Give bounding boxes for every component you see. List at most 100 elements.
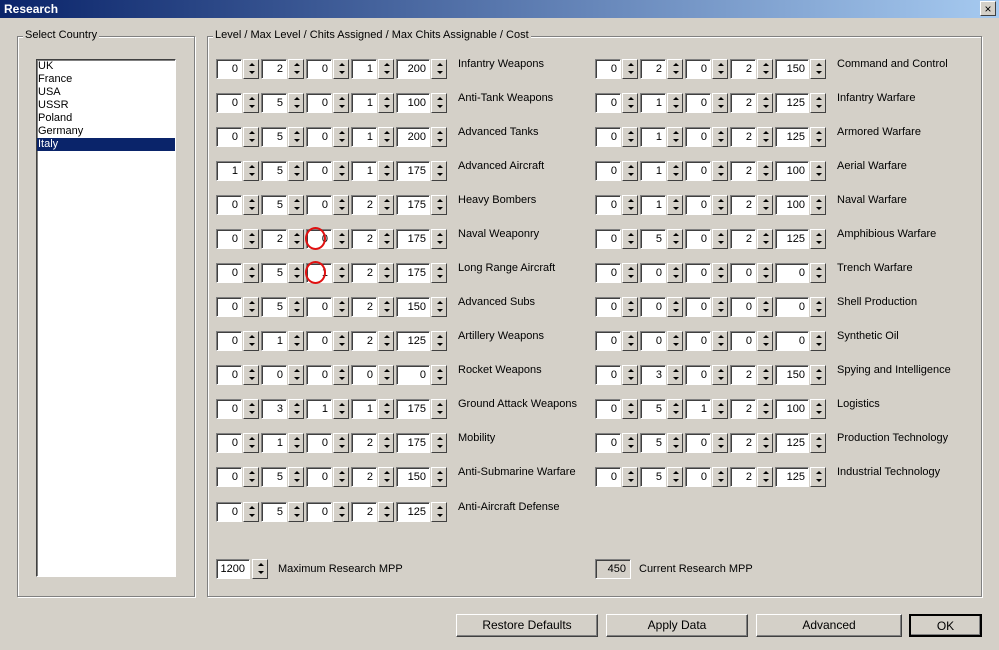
naval-warfare-level-field[interactable]: 0 (595, 195, 621, 215)
logistics-chits-assigned-spinner[interactable] (712, 399, 728, 419)
naval-warfare-max-level-spinner[interactable] (667, 195, 683, 215)
country-item[interactable]: UK (37, 60, 175, 73)
command-and-control-chits-assigned-field[interactable]: 0 (685, 59, 711, 79)
country-item[interactable]: Italy (37, 138, 175, 151)
armored-warfare-max-chits-field[interactable]: 2 (730, 127, 756, 147)
command-and-control-max-chits-spinner[interactable] (757, 59, 773, 79)
long-range-aircraft-cost-field[interactable]: 175 (396, 263, 430, 283)
rocket-weapons-max-chits-spinner[interactable] (378, 365, 394, 385)
shell-production-max-level-spinner[interactable] (667, 297, 683, 317)
mobility-max-chits-spinner[interactable] (378, 433, 394, 453)
anti-tank-weapons-max-chits-spinner[interactable] (378, 93, 394, 113)
trench-warfare-level-field[interactable]: 0 (595, 263, 621, 283)
heavy-bombers-max-level-spinner[interactable] (288, 195, 304, 215)
anti-tank-weapons-chits-assigned-spinner[interactable] (333, 93, 349, 113)
long-range-aircraft-level-field[interactable]: 0 (216, 263, 242, 283)
industrial-technology-chits-assigned-field[interactable]: 0 (685, 467, 711, 487)
aerial-warfare-cost-spinner[interactable] (810, 161, 826, 181)
heavy-bombers-level-field[interactable]: 0 (216, 195, 242, 215)
trench-warfare-chits-assigned-field[interactable]: 0 (685, 263, 711, 283)
long-range-aircraft-max-chits-spinner[interactable] (378, 263, 394, 283)
naval-warfare-cost-spinner[interactable] (810, 195, 826, 215)
spying-and-intelligence-chits-assigned-spinner[interactable] (712, 365, 728, 385)
infantry-weapons-max-chits-field[interactable]: 1 (351, 59, 377, 79)
shell-production-cost-field[interactable]: 0 (775, 297, 809, 317)
production-technology-cost-field[interactable]: 125 (775, 433, 809, 453)
armored-warfare-level-spinner[interactable] (622, 127, 638, 147)
artillery-weapons-max-chits-spinner[interactable] (378, 331, 394, 351)
trench-warfare-max-level-spinner[interactable] (667, 263, 683, 283)
trench-warfare-chits-assigned-spinner[interactable] (712, 263, 728, 283)
advanced-aircraft-level-spinner[interactable] (243, 161, 259, 181)
naval-warfare-chits-assigned-spinner[interactable] (712, 195, 728, 215)
advanced-subs-max-chits-field[interactable]: 2 (351, 297, 377, 317)
armored-warfare-chits-assigned-field[interactable]: 0 (685, 127, 711, 147)
synthetic-oil-level-spinner[interactable] (622, 331, 638, 351)
anti-aircraft-defense-chits-assigned-field[interactable]: 0 (306, 502, 332, 522)
command-and-control-level-spinner[interactable] (622, 59, 638, 79)
synthetic-oil-level-field[interactable]: 0 (595, 331, 621, 351)
country-item[interactable]: Poland (37, 112, 175, 125)
aerial-warfare-chits-assigned-spinner[interactable] (712, 161, 728, 181)
amphibious-warfare-level-field[interactable]: 0 (595, 229, 621, 249)
mobility-level-field[interactable]: 0 (216, 433, 242, 453)
advanced-aircraft-chits-assigned-field[interactable]: 0 (306, 161, 332, 181)
logistics-chits-assigned-field[interactable]: 1 (685, 399, 711, 419)
heavy-bombers-level-spinner[interactable] (243, 195, 259, 215)
anti-tank-weapons-level-spinner[interactable] (243, 93, 259, 113)
infantry-warfare-level-spinner[interactable] (622, 93, 638, 113)
rocket-weapons-max-level-field[interactable]: 0 (261, 365, 287, 385)
artillery-weapons-max-chits-field[interactable]: 2 (351, 331, 377, 351)
rocket-weapons-level-spinner[interactable] (243, 365, 259, 385)
naval-weaponry-max-chits-spinner[interactable] (378, 229, 394, 249)
advanced-subs-level-spinner[interactable] (243, 297, 259, 317)
naval-warfare-max-chits-field[interactable]: 2 (730, 195, 756, 215)
rocket-weapons-chits-assigned-spinner[interactable] (333, 365, 349, 385)
anti-tank-weapons-max-level-spinner[interactable] (288, 93, 304, 113)
anti-tank-weapons-cost-field[interactable]: 100 (396, 93, 430, 113)
advanced-tanks-level-spinner[interactable] (243, 127, 259, 147)
artillery-weapons-max-level-spinner[interactable] (288, 331, 304, 351)
spying-and-intelligence-level-spinner[interactable] (622, 365, 638, 385)
aerial-warfare-chits-assigned-field[interactable]: 0 (685, 161, 711, 181)
ground-attack-weapons-cost-field[interactable]: 175 (396, 399, 430, 419)
shell-production-chits-assigned-spinner[interactable] (712, 297, 728, 317)
infantry-weapons-chits-assigned-field[interactable]: 0 (306, 59, 332, 79)
industrial-technology-level-field[interactable]: 0 (595, 467, 621, 487)
spying-and-intelligence-max-level-field[interactable]: 3 (640, 365, 666, 385)
country-item[interactable]: USA (37, 86, 175, 99)
shell-production-chits-assigned-field[interactable]: 0 (685, 297, 711, 317)
command-and-control-max-level-field[interactable]: 2 (640, 59, 666, 79)
anti-aircraft-defense-cost-field[interactable]: 125 (396, 502, 430, 522)
anti-submarine-warfare-level-spinner[interactable] (243, 467, 259, 487)
amphibious-warfare-cost-spinner[interactable] (810, 229, 826, 249)
aerial-warfare-level-spinner[interactable] (622, 161, 638, 181)
naval-weaponry-cost-field[interactable]: 175 (396, 229, 430, 249)
long-range-aircraft-max-chits-field[interactable]: 2 (351, 263, 377, 283)
production-technology-max-level-field[interactable]: 5 (640, 433, 666, 453)
advanced-tanks-cost-field[interactable]: 200 (396, 127, 430, 147)
restore-defaults-button[interactable]: Restore Defaults (456, 614, 598, 637)
heavy-bombers-chits-assigned-field[interactable]: 0 (306, 195, 332, 215)
anti-tank-weapons-max-chits-field[interactable]: 1 (351, 93, 377, 113)
rocket-weapons-cost-spinner[interactable] (431, 365, 447, 385)
advanced-aircraft-level-field[interactable]: 1 (216, 161, 242, 181)
rocket-weapons-max-level-spinner[interactable] (288, 365, 304, 385)
long-range-aircraft-max-level-field[interactable]: 5 (261, 263, 287, 283)
trench-warfare-cost-field[interactable]: 0 (775, 263, 809, 283)
aerial-warfare-max-chits-spinner[interactable] (757, 161, 773, 181)
command-and-control-cost-spinner[interactable] (810, 59, 826, 79)
armored-warfare-level-field[interactable]: 0 (595, 127, 621, 147)
naval-weaponry-chits-assigned-spinner[interactable] (333, 229, 349, 249)
industrial-technology-max-chits-spinner[interactable] (757, 467, 773, 487)
infantry-weapons-max-chits-spinner[interactable] (378, 59, 394, 79)
spying-and-intelligence-chits-assigned-field[interactable]: 0 (685, 365, 711, 385)
naval-warfare-cost-field[interactable]: 100 (775, 195, 809, 215)
command-and-control-level-field[interactable]: 0 (595, 59, 621, 79)
anti-submarine-warfare-chits-assigned-field[interactable]: 0 (306, 467, 332, 487)
long-range-aircraft-level-spinner[interactable] (243, 263, 259, 283)
logistics-cost-field[interactable]: 100 (775, 399, 809, 419)
anti-submarine-warfare-max-level-field[interactable]: 5 (261, 467, 287, 487)
mobility-chits-assigned-field[interactable]: 0 (306, 433, 332, 453)
naval-weaponry-chits-assigned-field[interactable]: 0 (306, 229, 332, 249)
